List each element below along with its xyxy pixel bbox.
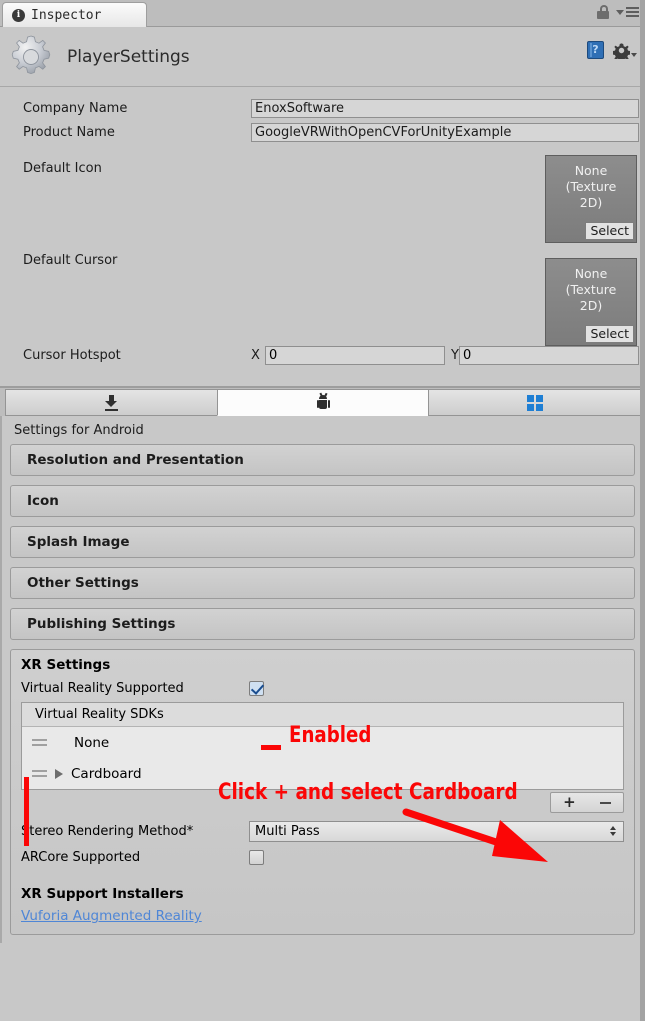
tab-inspector[interactable]: i Inspector bbox=[2, 2, 147, 28]
download-icon bbox=[104, 394, 119, 411]
hamburger-menu-icon[interactable] bbox=[616, 7, 639, 17]
product-name-label: Product Name bbox=[23, 125, 115, 140]
product-name-row: Product Name GoogleVRWithOpenCVForUnityE… bbox=[6, 122, 639, 143]
xr-settings-title: XR Settings bbox=[21, 657, 111, 673]
virtual-reality-supported-checkbox[interactable] bbox=[249, 680, 264, 696]
info-icon: i bbox=[12, 9, 25, 22]
platform-tab-android[interactable] bbox=[216, 389, 430, 416]
gear-icon bbox=[11, 35, 51, 74]
chevron-updown-icon bbox=[610, 826, 616, 836]
default-icon-value: None (Texture 2D) bbox=[565, 163, 617, 210]
windows-logo-icon bbox=[526, 394, 543, 411]
annotation-checkbox-underline bbox=[261, 745, 281, 750]
cog-dropdown-icon[interactable] bbox=[613, 42, 637, 59]
vuforia-augmented-reality-link[interactable]: Vuforia Augmented Reality bbox=[21, 908, 202, 924]
section-other-settings[interactable]: Other Settings bbox=[10, 567, 635, 599]
virtual-reality-supported-row: Virtual Reality Supported bbox=[21, 676, 624, 700]
company-name-row: Company Name EnoxSoftware bbox=[6, 98, 639, 119]
virtual-reality-supported-label: Virtual Reality Supported bbox=[21, 680, 184, 696]
section-splash-image[interactable]: Splash Image bbox=[10, 526, 635, 558]
section-label: Splash Image bbox=[27, 534, 130, 550]
drag-handle-icon[interactable] bbox=[32, 739, 47, 746]
android-robot-icon bbox=[316, 392, 330, 411]
arcore-supported-label: ARCore Supported bbox=[21, 849, 141, 865]
default-cursor-object-field[interactable]: None (Texture 2D) Select bbox=[545, 258, 637, 346]
platform-tab-standalone[interactable] bbox=[5, 389, 218, 416]
default-cursor-label: Default Cursor bbox=[23, 253, 118, 268]
settings-heading: Settings for Android bbox=[14, 423, 144, 438]
section-xr-settings: XR Settings Virtual Reality Supported Vi… bbox=[10, 649, 635, 935]
default-cursor-select-button[interactable]: Select bbox=[585, 325, 634, 343]
section-label: Icon bbox=[27, 493, 59, 509]
default-icon-select-button[interactable]: Select bbox=[585, 222, 634, 240]
cursor-hotspot-row: Cursor Hotspot X 0 Y 0 bbox=[6, 345, 639, 366]
tab-inspector-label: Inspector bbox=[31, 8, 102, 23]
sdk-name: None bbox=[74, 734, 110, 751]
section-label: Resolution and Presentation bbox=[27, 452, 244, 468]
section-label: Publishing Settings bbox=[27, 616, 176, 632]
section-icon[interactable]: Icon bbox=[10, 485, 635, 517]
section-label: Other Settings bbox=[27, 575, 139, 591]
xr-support-installers-title: XR Support Installers bbox=[21, 886, 184, 902]
stereo-rendering-method-value: Multi Pass bbox=[255, 823, 320, 839]
arcore-supported-checkbox[interactable] bbox=[249, 849, 264, 865]
virtual-reality-sdks-header: Virtual Reality SDKs bbox=[22, 703, 623, 727]
list-item[interactable]: None bbox=[22, 727, 623, 758]
cursor-hotspot-label: Cursor Hotspot bbox=[23, 348, 121, 363]
inspector-window: i Inspector PlayerSettings ? Company Nam… bbox=[0, 0, 645, 1021]
general-settings: Company Name EnoxSoftware Product Name G… bbox=[0, 87, 645, 386]
company-name-input[interactable]: EnoxSoftware bbox=[251, 99, 639, 118]
default-icon-object-field[interactable]: None (Texture 2D) Select bbox=[545, 155, 637, 243]
company-name-label: Company Name bbox=[23, 101, 128, 116]
remove-sdk-button[interactable] bbox=[599, 801, 611, 804]
object-header-actions bbox=[587, 41, 637, 59]
virtual-reality-sdks-list: Virtual Reality SDKs None Cardboard bbox=[21, 702, 624, 790]
platform-tab-windows-store[interactable] bbox=[428, 389, 642, 416]
platform-tabs bbox=[0, 388, 645, 416]
sdk-name: Cardboard bbox=[71, 765, 142, 782]
lock-icon[interactable] bbox=[597, 5, 609, 19]
annotation-arrow bbox=[402, 808, 548, 862]
section-resolution-and-presentation[interactable]: Resolution and Presentation bbox=[10, 444, 635, 476]
drag-handle-icon[interactable] bbox=[32, 770, 47, 777]
page-title: PlayerSettings bbox=[67, 46, 190, 67]
chevron-right-icon[interactable] bbox=[55, 768, 63, 779]
tabstrip-actions bbox=[597, 5, 639, 19]
product-name-input[interactable]: GoogleVRWithOpenCVForUnityExample bbox=[251, 123, 639, 142]
cursor-hotspot-y-input[interactable]: 0 bbox=[459, 346, 639, 365]
object-header: PlayerSettings bbox=[0, 27, 645, 87]
cursor-hotspot-x-label: X bbox=[251, 348, 260, 363]
list-item[interactable]: Cardboard bbox=[22, 758, 623, 789]
window-right-edge bbox=[640, 0, 645, 1021]
section-publishing-settings[interactable]: Publishing Settings bbox=[10, 608, 635, 640]
stereo-rendering-method-label: Stereo Rendering Method* bbox=[21, 823, 194, 839]
default-cursor-value: None (Texture 2D) bbox=[565, 266, 617, 313]
default-icon-label: Default Icon bbox=[23, 161, 102, 176]
window-tabstrip: i Inspector bbox=[0, 0, 645, 28]
cursor-hotspot-y-label: Y bbox=[451, 348, 459, 363]
cursor-hotspot-x-input[interactable]: 0 bbox=[265, 346, 445, 365]
annotation-vertical-bar bbox=[24, 777, 29, 846]
help-book-icon[interactable] bbox=[587, 41, 604, 59]
